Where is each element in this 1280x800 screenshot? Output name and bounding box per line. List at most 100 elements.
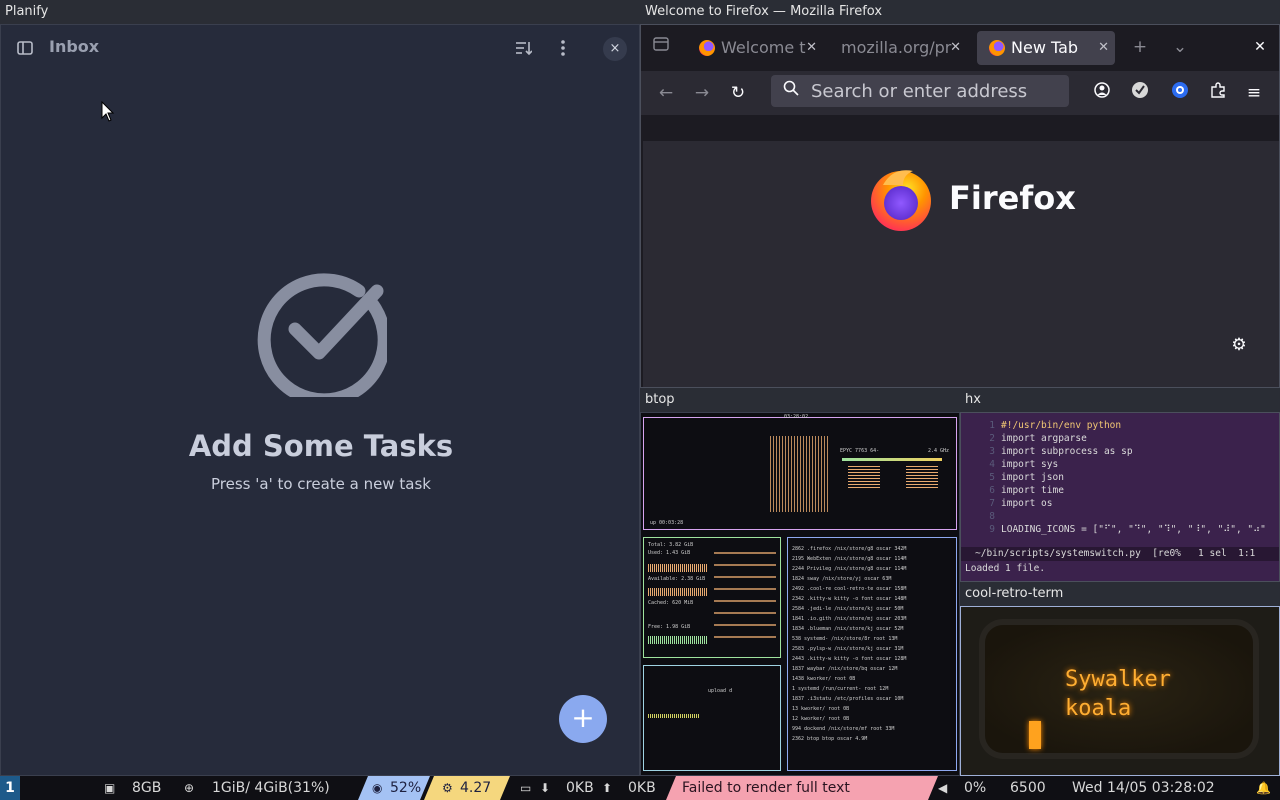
code-line: 9 LOADING_ICONS = ["⠋", "⠙", "⠹", "⠸", "⠼…	[989, 524, 1266, 535]
sort-icon[interactable]	[513, 39, 533, 59]
code-line: 7 import os	[989, 498, 1053, 509]
tab-label: Welcome t	[721, 38, 806, 57]
nav-bar: ← → ↻ ≡	[641, 71, 1279, 115]
btop-process-row: 2584 .jedi-le /nix/store/kj oscar 50M	[792, 606, 904, 612]
btop-process-row: 1438 kworker/ root 0B	[792, 676, 856, 682]
error-text: Failed to render full text	[682, 780, 850, 796]
disk-icon: ▣	[104, 781, 116, 795]
color-temperature: 6500	[1010, 780, 1046, 796]
btop-window-title: btop	[640, 388, 960, 412]
btop-process-row: 12 kworker/ root 0B	[792, 716, 850, 722]
crt-output-text: Sywalker koala	[1065, 667, 1171, 721]
volume-icon[interactable]: ◀	[938, 776, 947, 800]
close-tab-icon[interactable]: ✕	[950, 31, 961, 65]
btop-net-box: upload d	[643, 665, 781, 771]
btop-process-row: 2492 .cool-re cool-retro-te oscar 158M	[792, 586, 907, 592]
close-button[interactable]: ×	[603, 37, 627, 61]
crt-cursor	[1029, 721, 1041, 749]
btop-mem-cached: Cached: 620 MiB	[648, 600, 694, 606]
settings-gear-icon[interactable]: ⚙	[1227, 333, 1251, 357]
extension-blue-circle-icon[interactable]	[1168, 81, 1192, 105]
extensions-puzzle-icon[interactable]	[1206, 81, 1230, 105]
crt-screen[interactable]: Sywalker koala	[985, 625, 1253, 753]
back-arrow-icon[interactable]: ←	[654, 81, 678, 105]
load-gear-icon: ⚙	[442, 781, 453, 795]
firefox-view-icon[interactable]	[649, 35, 673, 59]
btop-process-row: 2244 Privileg /nix/store/g8 oscar 114M	[792, 566, 907, 572]
close-window-icon[interactable]: ✕	[1248, 35, 1272, 59]
tab-welcome[interactable]: Welcome t ✕	[687, 31, 823, 65]
list-tabs-chevron-icon[interactable]: ⌄	[1168, 35, 1192, 59]
code-line: 6 import time	[989, 485, 1064, 496]
net-download: 0KB	[566, 780, 594, 796]
firefox-favicon-icon	[989, 40, 1005, 56]
close-tab-icon[interactable]: ✕	[1098, 31, 1109, 65]
btop-cpu-bar	[842, 458, 942, 461]
crt-window-title: cool-retro-term	[960, 582, 1280, 606]
btop-net-graph	[648, 714, 700, 718]
clock: Wed 14/05 03:28:02	[1072, 780, 1215, 796]
notification-bell-icon[interactable]: 🔔	[1256, 776, 1271, 800]
btop-mem-box: Total: 3.82 GiB Used: 1.43 GiB Available…	[643, 537, 781, 658]
forward-arrow-icon[interactable]: →	[690, 81, 714, 105]
tab-mozilla[interactable]: mozilla.org/pr ✕	[809, 31, 967, 65]
menu-kebab-icon[interactable]	[553, 39, 573, 59]
code-line: 3 import subprocess as sp	[989, 446, 1133, 457]
load-segment: ⚙ 4.27	[424, 776, 510, 800]
hx-window-title: hx	[960, 388, 1280, 412]
btop-mem-free: Free: 1.98 GiB	[648, 624, 691, 630]
btop-process-row: 994 dockend /nix/store/mf root 33M	[792, 726, 895, 732]
btop-process-row: 2583 .pylsp-w /nix/store/kj oscar 31M	[792, 646, 904, 652]
error-segment: Failed to render full text	[666, 776, 938, 800]
btop-process-row: 2362 btop btop oscar 4.9M	[792, 736, 868, 742]
new-tab-plus-icon[interactable]: +	[1128, 35, 1152, 59]
btop-mem-graph	[648, 636, 708, 644]
workspace-indicator[interactable]: 1	[0, 776, 20, 800]
memory-icon: ⊕	[184, 781, 195, 795]
btop-window: btop 03:28:02 EPYC 7763 64- 2.4 GHz up 0…	[640, 388, 960, 776]
btop-process-row: 1841 .io.gith /nix/store/mj oscar 203M	[792, 616, 907, 622]
btop-process-row: 2862 .firefox /nix/store/g8 oscar 342M	[792, 546, 907, 552]
btop-process-row: 1 systemd /run/current- root 12M	[792, 686, 889, 692]
load-average: 4.27	[460, 780, 492, 796]
address-input[interactable]	[811, 79, 1061, 103]
checkmark-icon	[255, 265, 391, 407]
hx-editor[interactable]: 1 #!/usr/bin/env python 2 import argparse …	[965, 419, 1277, 545]
tab-new-tab[interactable]: New Tab ✕	[977, 31, 1115, 65]
firefox-window-title: Welcome to Firefox — Mozilla Firefox	[640, 0, 1280, 24]
btop-mem-used: Used: 1.43 GiB	[648, 550, 691, 556]
reload-icon[interactable]: ↻	[726, 81, 750, 105]
hamburger-menu-icon[interactable]: ≡	[1242, 81, 1266, 105]
network-icon: ▭	[520, 781, 532, 795]
hx-message: Loaded 1 file.	[965, 563, 1046, 574]
extension-checkmark-icon[interactable]	[1128, 81, 1152, 105]
firefox-favicon-icon	[699, 40, 715, 56]
add-task-button[interactable]: +	[559, 695, 607, 743]
btop-process-row: 2443 .kitty-w kitty -o font oscar 128M	[792, 656, 907, 662]
btop-clock: 03:28:02	[784, 414, 809, 420]
btop-net-upload: upload d	[708, 688, 733, 694]
firefox-wordmark: Firefox	[949, 179, 1076, 217]
url-bar[interactable]	[771, 75, 1069, 107]
btop-process-row: 2342 .kitty-w kitty -o font oscar 148M	[792, 596, 907, 602]
code-line: 1 #!/usr/bin/env python	[989, 420, 1122, 431]
disk-usage: 8GB	[132, 780, 162, 796]
firefox-body: Welcome t ✕ mozilla.org/pr ✕ New Tab ✕ +…	[640, 24, 1280, 388]
btop-mem-graph	[648, 588, 708, 596]
btop-core-bars	[848, 466, 880, 488]
firefox-logo-icon	[869, 165, 933, 235]
hx-status-line: ~/bin/scripts/systemswitch.py [re0% 1 se…	[961, 547, 1279, 561]
tab-bar: Welcome t ✕ mozilla.org/pr ✕ New Tab ✕ +…	[641, 25, 1279, 71]
upload-icon: ⬆	[602, 781, 613, 795]
volume-level: 0%	[964, 780, 987, 796]
btop-core-bars	[906, 466, 938, 488]
tab-label: mozilla.org/pr	[841, 38, 952, 57]
memory-usage: 1GiB/ 4GiB(31%)	[212, 780, 330, 796]
planify-window: Planify Inbox × Add Some Tasks Press 'a'…	[0, 0, 640, 776]
account-icon[interactable]	[1090, 81, 1114, 105]
sidebar-toggle-icon[interactable]	[15, 39, 35, 59]
hx-body[interactable]: 1 #!/usr/bin/env python 2 import argparse …	[960, 412, 1280, 582]
crt-body[interactable]: Sywalker koala	[960, 606, 1280, 776]
cpu-segment: ◉ 52%	[358, 776, 430, 800]
crt-window: cool-retro-term Sywalker koala	[960, 582, 1280, 776]
